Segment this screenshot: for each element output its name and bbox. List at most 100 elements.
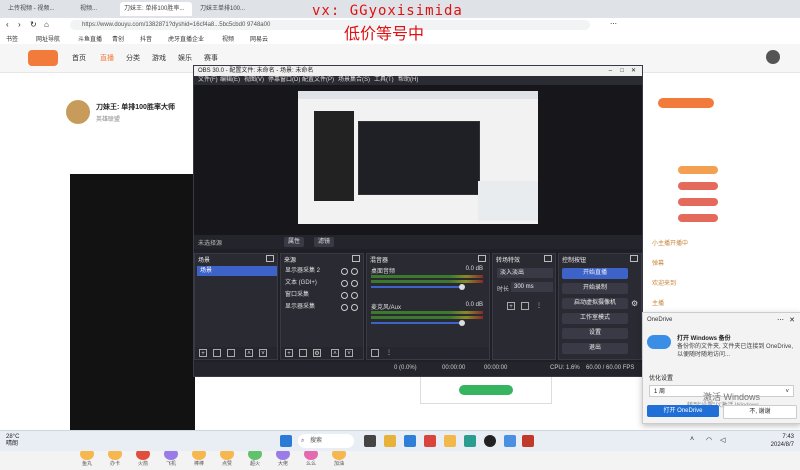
- maximize-icon[interactable]: □: [620, 66, 624, 76]
- transition-select[interactable]: 淡入淡出: [497, 268, 553, 278]
- nav-item[interactable]: 首页: [72, 53, 86, 63]
- more-icon[interactable]: ⋯: [777, 316, 784, 324]
- bookmark-item[interactable]: 虎牙直播企业: [168, 34, 204, 43]
- browser-icon[interactable]: [504, 435, 516, 447]
- gift-item[interactable]: 鱼丸: [78, 448, 96, 470]
- add-icon[interactable]: +: [285, 349, 293, 357]
- extensions-icon[interactable]: ⋯: [610, 20, 617, 28]
- move-down-icon[interactable]: ˅: [259, 349, 267, 357]
- move-down-icon[interactable]: ˅: [345, 349, 353, 357]
- menu-item[interactable]: 视图(V): [244, 76, 264, 85]
- nav-item[interactable]: 分类: [126, 53, 140, 63]
- nav-item[interactable]: 赛事: [204, 53, 218, 63]
- menu-item[interactable]: 文件(F): [198, 76, 218, 85]
- menu-item[interactable]: 编辑(E): [220, 76, 240, 85]
- weather-widget[interactable]: 28°C 晴朗: [6, 434, 19, 448]
- url-input[interactable]: https://www.douyu.com/1382871?dyshid=16c…: [70, 20, 590, 30]
- menu-item[interactable]: 停靠窗口(D): [268, 76, 300, 85]
- start-streaming-button[interactable]: 开始直播: [562, 268, 628, 279]
- source-item[interactable]: 显示器采集 2: [285, 266, 359, 276]
- back-icon[interactable]: ‹: [6, 20, 9, 29]
- obs-icon[interactable]: [484, 435, 496, 447]
- obs-preview[interactable]: [194, 85, 642, 235]
- start-recording-button[interactable]: 开始录制: [562, 283, 628, 294]
- video-player[interactable]: [70, 174, 195, 444]
- stream-category[interactable]: 英雄联盟: [96, 114, 120, 123]
- source-item[interactable]: 窗口采集: [285, 290, 359, 300]
- virtual-camera-button[interactable]: 启动虚拟摄像机: [562, 298, 628, 309]
- volume-slider[interactable]: [371, 322, 461, 324]
- wifi-icon[interactable]: ◠: [706, 436, 712, 444]
- delete-icon[interactable]: [299, 349, 307, 357]
- clock[interactable]: 7:43 2024/8/7: [771, 433, 794, 449]
- start-icon[interactable]: [280, 435, 292, 447]
- filter-icon[interactable]: [227, 349, 235, 357]
- gift-item[interactable]: 么么: [302, 448, 320, 470]
- tab-upload[interactable]: 上传视频 - 视频...: [4, 2, 74, 16]
- nav-item[interactable]: 娱乐: [178, 53, 192, 63]
- source-item[interactable]: 显示器采集: [285, 302, 359, 312]
- bookmark-item[interactable]: 抖音: [140, 34, 152, 43]
- delete-icon[interactable]: [213, 349, 221, 357]
- open-onedrive-button[interactable]: 打开 OneDrive: [647, 405, 719, 417]
- volume-slider[interactable]: [371, 286, 461, 288]
- undock-icon[interactable]: [352, 255, 360, 262]
- close-icon[interactable]: ✕: [631, 66, 636, 76]
- chevron-up-icon[interactable]: ˄: [690, 436, 694, 443]
- bookmark-item[interactable]: 斗鱼直播: [78, 34, 102, 43]
- slider-handle[interactable]: [459, 320, 465, 326]
- app-icon[interactable]: [522, 435, 534, 447]
- bookmark-item[interactable]: 网易云: [250, 34, 268, 43]
- add-icon[interactable]: +: [199, 349, 207, 357]
- forward-icon[interactable]: ›: [18, 20, 21, 29]
- user-avatar[interactable]: [766, 50, 780, 64]
- menu-item[interactable]: 场景集合(S): [338, 76, 370, 85]
- add-icon[interactable]: +: [507, 302, 515, 310]
- file-explorer-icon[interactable]: [384, 435, 396, 447]
- move-up-icon[interactable]: ˄: [245, 349, 253, 357]
- no-thanks-button[interactable]: 不, 谢谢: [723, 405, 797, 419]
- link-icon[interactable]: [371, 349, 379, 357]
- source-item[interactable]: 文本 (GDI+): [285, 278, 359, 288]
- gift-item[interactable]: 棒棒: [190, 448, 208, 470]
- nav-item[interactable]: 游戏: [152, 53, 166, 63]
- bookmark-item[interactable]: 网址导航: [36, 34, 60, 43]
- gift-item[interactable]: 飞机: [162, 448, 180, 470]
- properties-button[interactable]: 属性: [284, 237, 305, 247]
- refresh-icon[interactable]: ↻: [30, 20, 37, 29]
- gift-item[interactable]: 火箭: [134, 448, 152, 470]
- scene-item[interactable]: 场景: [197, 266, 277, 276]
- studio-mode-button[interactable]: 工作室模式: [562, 313, 628, 324]
- bookmark-item[interactable]: 书签: [6, 34, 18, 43]
- close-icon[interactable]: ✕: [789, 316, 795, 324]
- move-up-icon[interactable]: ˄: [331, 349, 339, 357]
- gift-item[interactable]: 加油: [330, 448, 348, 470]
- app-icon[interactable]: [444, 435, 456, 447]
- gift-item[interactable]: 点赞: [218, 448, 236, 470]
- undock-icon[interactable]: [266, 255, 274, 262]
- app-icon[interactable]: [424, 435, 436, 447]
- settings-button[interactable]: 设置: [562, 328, 628, 339]
- gift-item[interactable]: 超火: [246, 448, 264, 470]
- speaker-icon[interactable]: ◁: [720, 436, 725, 444]
- gift-item[interactable]: 办卡: [106, 448, 124, 470]
- task-view-icon[interactable]: [364, 435, 376, 447]
- undock-icon[interactable]: [478, 255, 486, 262]
- avatar[interactable]: [66, 100, 90, 124]
- tab-video[interactable]: 视频...: [76, 2, 116, 16]
- follow-button[interactable]: [658, 98, 714, 108]
- delete-icon[interactable]: [521, 302, 529, 310]
- taskbar-search[interactable]: ⌕ 搜索: [298, 434, 354, 448]
- edge-icon[interactable]: [404, 435, 416, 447]
- filters-button[interactable]: 滤镜: [314, 237, 335, 247]
- undock-icon[interactable]: [630, 255, 638, 262]
- home-icon[interactable]: ⌂: [44, 20, 49, 29]
- gear-icon[interactable]: ⚙: [313, 349, 321, 357]
- nav-item[interactable]: 直播: [100, 53, 114, 63]
- promo-button[interactable]: [459, 385, 513, 395]
- undock-icon[interactable]: [544, 255, 552, 262]
- tab-douyu-2[interactable]: 刀妹王单排100...: [196, 2, 268, 16]
- slider-handle[interactable]: [459, 284, 465, 290]
- douyu-logo[interactable]: [28, 50, 58, 66]
- app-icon[interactable]: [464, 435, 476, 447]
